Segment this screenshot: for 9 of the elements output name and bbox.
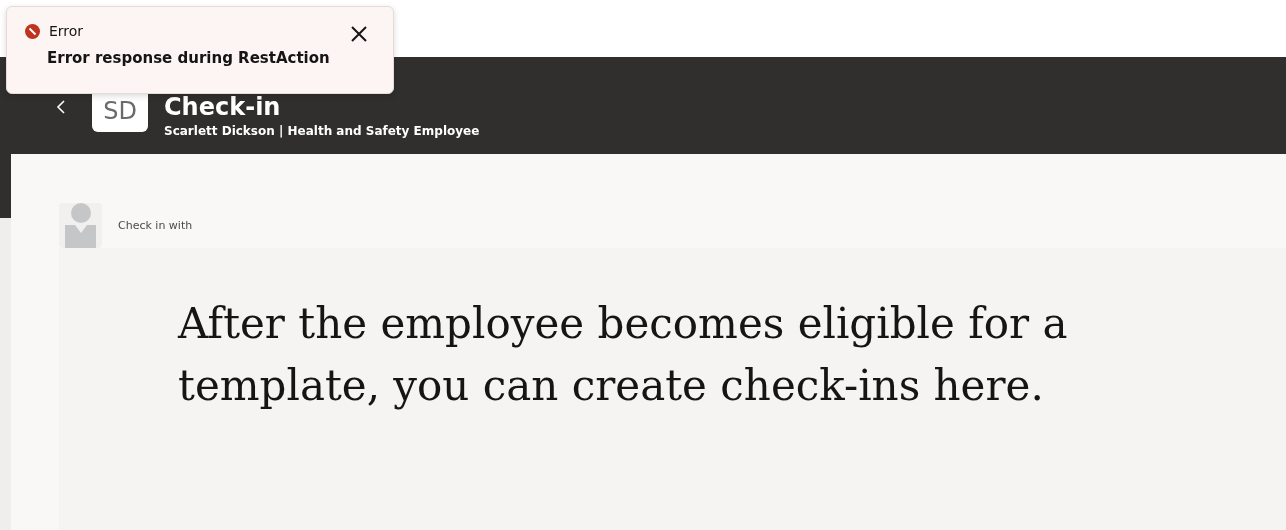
error-icon bbox=[25, 23, 40, 39]
close-icon[interactable] bbox=[349, 24, 369, 44]
toast-message: Error response during RestAction bbox=[47, 49, 331, 67]
back-icon[interactable] bbox=[54, 100, 68, 114]
toast-title: Error bbox=[49, 23, 84, 39]
page-title: Check-in bbox=[164, 94, 282, 120]
page-subtitle: Scarlett Dickson | Health and Safety Employee bbox=[164, 124, 480, 138]
empty-state-message: After the employee becomes eligible for a template, you can create check-ins here. bbox=[178, 298, 1069, 412]
check-in-label: Check in with bbox=[118, 219, 193, 232]
